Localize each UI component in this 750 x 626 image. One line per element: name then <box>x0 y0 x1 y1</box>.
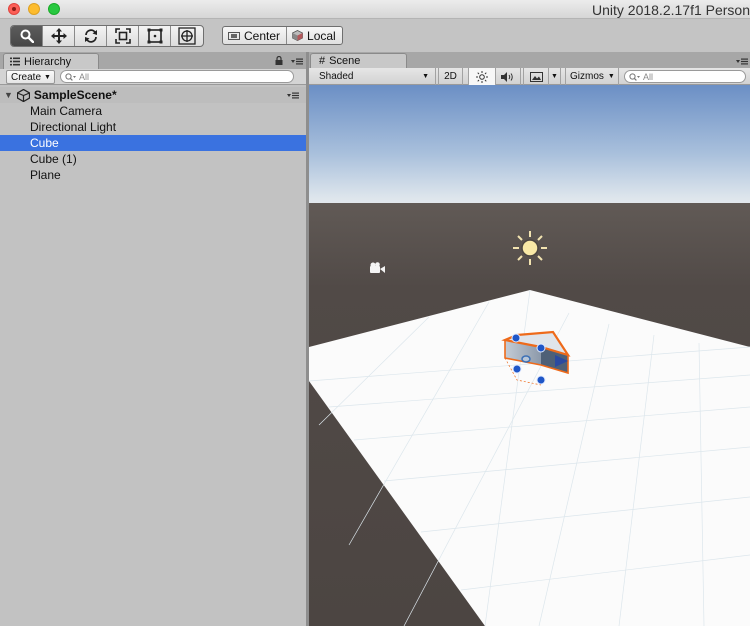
title-bar: Unity 2018.2.17f1 Person <box>0 0 750 19</box>
directional-light-gizmo[interactable] <box>513 231 547 265</box>
unity-scene-icon <box>16 88 30 102</box>
rotate-icon <box>84 29 97 43</box>
effects-dropdown[interactable] <box>523 68 549 85</box>
list-icon <box>10 57 20 66</box>
transform-tools <box>10 25 204 47</box>
grid-icon: # <box>319 55 326 67</box>
hierarchy-tab-label: Hierarchy <box>24 55 72 68</box>
scale-icon <box>114 28 131 44</box>
local-cube-icon <box>292 30 303 41</box>
hierarchy-item-label: Main Camera <box>30 104 103 118</box>
move-tool-button[interactable] <box>43 26 75 46</box>
2d-label: 2D <box>444 71 457 82</box>
image-icon <box>529 71 543 82</box>
panel-menu-icon[interactable] <box>291 58 303 65</box>
minimize-window-button[interactable] <box>28 3 40 15</box>
tab-hierarchy[interactable]: Hierarchy <box>3 53 99 69</box>
hierarchy-toolbar: Create ▼ All <box>0 69 306 85</box>
speaker-icon <box>501 71 513 82</box>
sun-icon <box>476 70 488 83</box>
scene-render[interactable] <box>309 85 750 626</box>
scene-panel-menu-icon[interactable] <box>736 58 748 65</box>
hierarchy-item-cube-1[interactable]: Cube (1) <box>0 151 306 167</box>
hierarchy-item-label: Cube <box>30 136 59 150</box>
zoom-window-button[interactable] <box>48 3 60 15</box>
main-toolbar: Center Local <box>0 19 750 52</box>
search-icon <box>629 72 640 81</box>
gizmos-dropdown[interactable]: Gizmos ▼ <box>565 68 619 85</box>
move-arrows-icon <box>50 28 67 44</box>
scene-toolbar: Shaded ▼ 2D ▼ Gizmos ▼ All <box>309 68 750 85</box>
scene-tab-label: Scene <box>329 55 361 67</box>
tab-scene[interactable]: # Scene <box>310 53 407 68</box>
gizmos-label: Gizmos <box>570 71 604 82</box>
scale-tool-button[interactable] <box>107 26 139 46</box>
hierarchy-search-input[interactable]: All <box>60 70 294 83</box>
hierarchy-item-directional-light[interactable]: Directional Light <box>0 119 306 135</box>
shading-mode-dropdown[interactable]: Shaded ▼ <box>309 68 436 85</box>
center-pivot-icon <box>228 31 240 40</box>
create-label: Create <box>11 71 42 83</box>
scene-name: SampleScene* <box>33 88 117 102</box>
chevron-down-icon: ▼ <box>607 73 615 80</box>
pivot-center-button[interactable]: Center <box>223 27 288 44</box>
lighting-toggle-button[interactable] <box>468 68 496 85</box>
hierarchy-tree: ▼ SampleScene* Main Camera Directional L… <box>0 85 306 626</box>
pivot-local-button[interactable]: Local <box>287 27 342 44</box>
scene-menu-icon[interactable] <box>287 92 299 99</box>
hierarchy-item-label: Plane <box>30 168 61 182</box>
search-icon <box>65 72 76 81</box>
scene-root-row[interactable]: ▼ SampleScene* <box>0 87 306 103</box>
chevron-down-icon: ▼ <box>551 73 558 80</box>
rect-tool-button[interactable] <box>139 26 171 46</box>
scene-tab-bar: # Scene <box>309 52 750 68</box>
lock-icon[interactable] <box>275 56 283 65</box>
close-window-button[interactable] <box>8 3 20 15</box>
pivot-local-label: Local <box>307 28 336 43</box>
hierarchy-item-main-camera[interactable]: Main Camera <box>0 103 306 119</box>
scene-search-input[interactable]: All <box>624 70 746 83</box>
create-dropdown[interactable]: Create ▼ <box>6 70 55 84</box>
hierarchy-search-placeholder: All <box>79 71 90 82</box>
pivot-center-label: Center <box>244 28 281 43</box>
search-icon <box>20 29 34 43</box>
hand-tool-button[interactable] <box>11 26 43 46</box>
audio-toggle-button[interactable] <box>496 68 521 85</box>
2d-toggle-button[interactable]: 2D <box>438 68 463 85</box>
window-title: Unity 2018.2.17f1 Person <box>592 2 750 18</box>
hierarchy-item-label: Cube (1) <box>30 152 77 166</box>
scene-search-placeholder: All <box>643 71 654 82</box>
chevron-down-icon: ▼ <box>44 73 51 81</box>
effects-menu-caret[interactable]: ▼ <box>549 68 561 85</box>
hierarchy-item-cube[interactable]: Cube <box>0 135 306 151</box>
transform-tool-button[interactable] <box>171 26 203 46</box>
scene-viewport[interactable] <box>309 85 750 626</box>
hierarchy-item-plane[interactable]: Plane <box>0 167 306 183</box>
expand-arrow-icon[interactable]: ▼ <box>4 90 13 100</box>
hierarchy-tab-bar: Hierarchy <box>0 52 306 69</box>
skybox <box>309 85 750 210</box>
rotate-tool-button[interactable] <box>75 26 107 46</box>
transform-icon <box>178 27 196 45</box>
shading-mode-label: Shaded <box>319 71 354 82</box>
pivot-toggle-group: Center Local <box>222 26 343 45</box>
hierarchy-item-label: Directional Light <box>30 120 117 134</box>
chevron-down-icon: ▼ <box>422 73 429 80</box>
rect-transform-icon <box>147 28 162 44</box>
